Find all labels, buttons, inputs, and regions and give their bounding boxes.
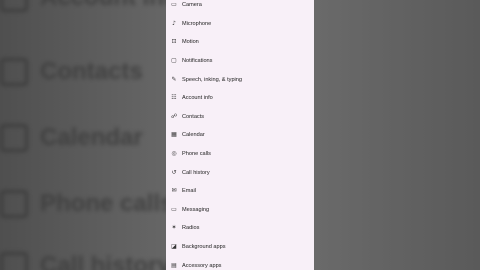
ghost-history-icon bbox=[0, 252, 28, 270]
contacts-icon: ☍ bbox=[170, 112, 178, 120]
nav-item-radios[interactable]: ✶ Radios bbox=[166, 219, 314, 238]
nav-item-label: Call history bbox=[182, 169, 210, 176]
nav-item-speech-inking-typing[interactable]: ✎ Speech, inking, & typing bbox=[166, 70, 314, 89]
nav-item-label: Motion bbox=[182, 39, 199, 46]
account-info-icon: ☷ bbox=[171, 94, 177, 102]
ghost-item: Call history bbox=[0, 252, 166, 270]
messaging-icon: ▭ bbox=[171, 205, 177, 213]
ghost-label: Call history bbox=[40, 252, 166, 270]
nav-item-messaging[interactable]: ▭ Messaging bbox=[166, 201, 314, 220]
nav-item-label: Calendar bbox=[182, 132, 205, 139]
ghost-item: Contacts bbox=[0, 58, 143, 86]
nav-item-label: Background apps bbox=[182, 244, 226, 251]
accessory-apps-icon: ▤ bbox=[171, 261, 177, 269]
blurred-background-right bbox=[314, 0, 480, 270]
nav-item-label: Speech, inking, & typing bbox=[182, 76, 243, 83]
ghost-account-icon bbox=[0, 0, 28, 12]
privacy-nav-list: ▭ Camera ♪ Microphone ⊡ Motion ▢ Notific… bbox=[166, 0, 314, 270]
nav-item-contacts[interactable]: ☍ Contacts bbox=[166, 108, 314, 127]
blurred-background-left: Account info Contacts Calendar Phone cal… bbox=[0, 0, 166, 270]
nav-item-label: Email bbox=[182, 188, 196, 195]
nav-item-label: Radios bbox=[182, 225, 200, 232]
nav-item-label: Account info bbox=[182, 95, 213, 102]
ghost-label: Account info bbox=[40, 0, 166, 12]
nav-item-calendar[interactable]: ▦ Calendar bbox=[166, 126, 314, 145]
ghost-label: Contacts bbox=[40, 58, 143, 85]
nav-item-label: Contacts bbox=[182, 113, 205, 120]
motion-icon: ⊡ bbox=[171, 38, 177, 46]
microphone-icon: ♪ bbox=[172, 19, 176, 27]
nav-item-label: Accessory apps bbox=[182, 262, 222, 269]
nav-item-microphone[interactable]: ♪ Microphone bbox=[166, 15, 314, 34]
nav-item-background-apps[interactable]: ◪ Background apps bbox=[166, 238, 314, 257]
nav-item-email[interactable]: ✉ Email bbox=[166, 182, 314, 201]
ghost-label: Phone calls bbox=[40, 190, 166, 217]
phone-calls-icon: ◎ bbox=[171, 150, 177, 158]
nav-item-label: Camera bbox=[182, 2, 202, 9]
camera-icon: ▭ bbox=[171, 1, 177, 9]
ghost-calendar-icon bbox=[0, 124, 28, 152]
ghost-phone-icon bbox=[0, 190, 28, 218]
ghost-label: Calendar bbox=[40, 124, 143, 151]
nav-item-accessory-apps[interactable]: ▤ Accessory apps bbox=[166, 256, 314, 270]
ghost-item: Phone calls bbox=[0, 190, 166, 218]
nav-item-account-info[interactable]: ☷ Account info bbox=[166, 89, 314, 108]
ghost-contacts-icon bbox=[0, 58, 28, 86]
speech-icon: ✎ bbox=[171, 75, 177, 83]
nav-item-phone-calls[interactable]: ◎ Phone calls bbox=[166, 145, 314, 164]
notifications-icon: ▢ bbox=[171, 57, 177, 65]
nav-item-camera[interactable]: ▭ Camera bbox=[166, 0, 314, 15]
nav-item-label: Phone calls bbox=[182, 151, 211, 158]
radios-icon: ✶ bbox=[171, 224, 177, 232]
call-history-icon: ↺ bbox=[171, 168, 177, 176]
email-icon: ✉ bbox=[171, 187, 177, 195]
ghost-item: Calendar bbox=[0, 124, 143, 152]
calendar-icon: ▦ bbox=[171, 131, 177, 139]
nav-item-notifications[interactable]: ▢ Notifications bbox=[166, 52, 314, 71]
nav-item-motion[interactable]: ⊡ Motion bbox=[166, 33, 314, 52]
background-apps-icon: ◪ bbox=[171, 243, 177, 251]
privacy-settings-panel: ▭ Camera ♪ Microphone ⊡ Motion ▢ Notific… bbox=[166, 0, 314, 270]
ghost-item: Account info bbox=[0, 0, 166, 12]
nav-item-label: Messaging bbox=[182, 206, 210, 213]
nav-item-label: Notifications bbox=[182, 58, 213, 65]
nav-item-call-history[interactable]: ↺ Call history bbox=[166, 163, 314, 182]
nav-item-label: Microphone bbox=[182, 20, 212, 27]
